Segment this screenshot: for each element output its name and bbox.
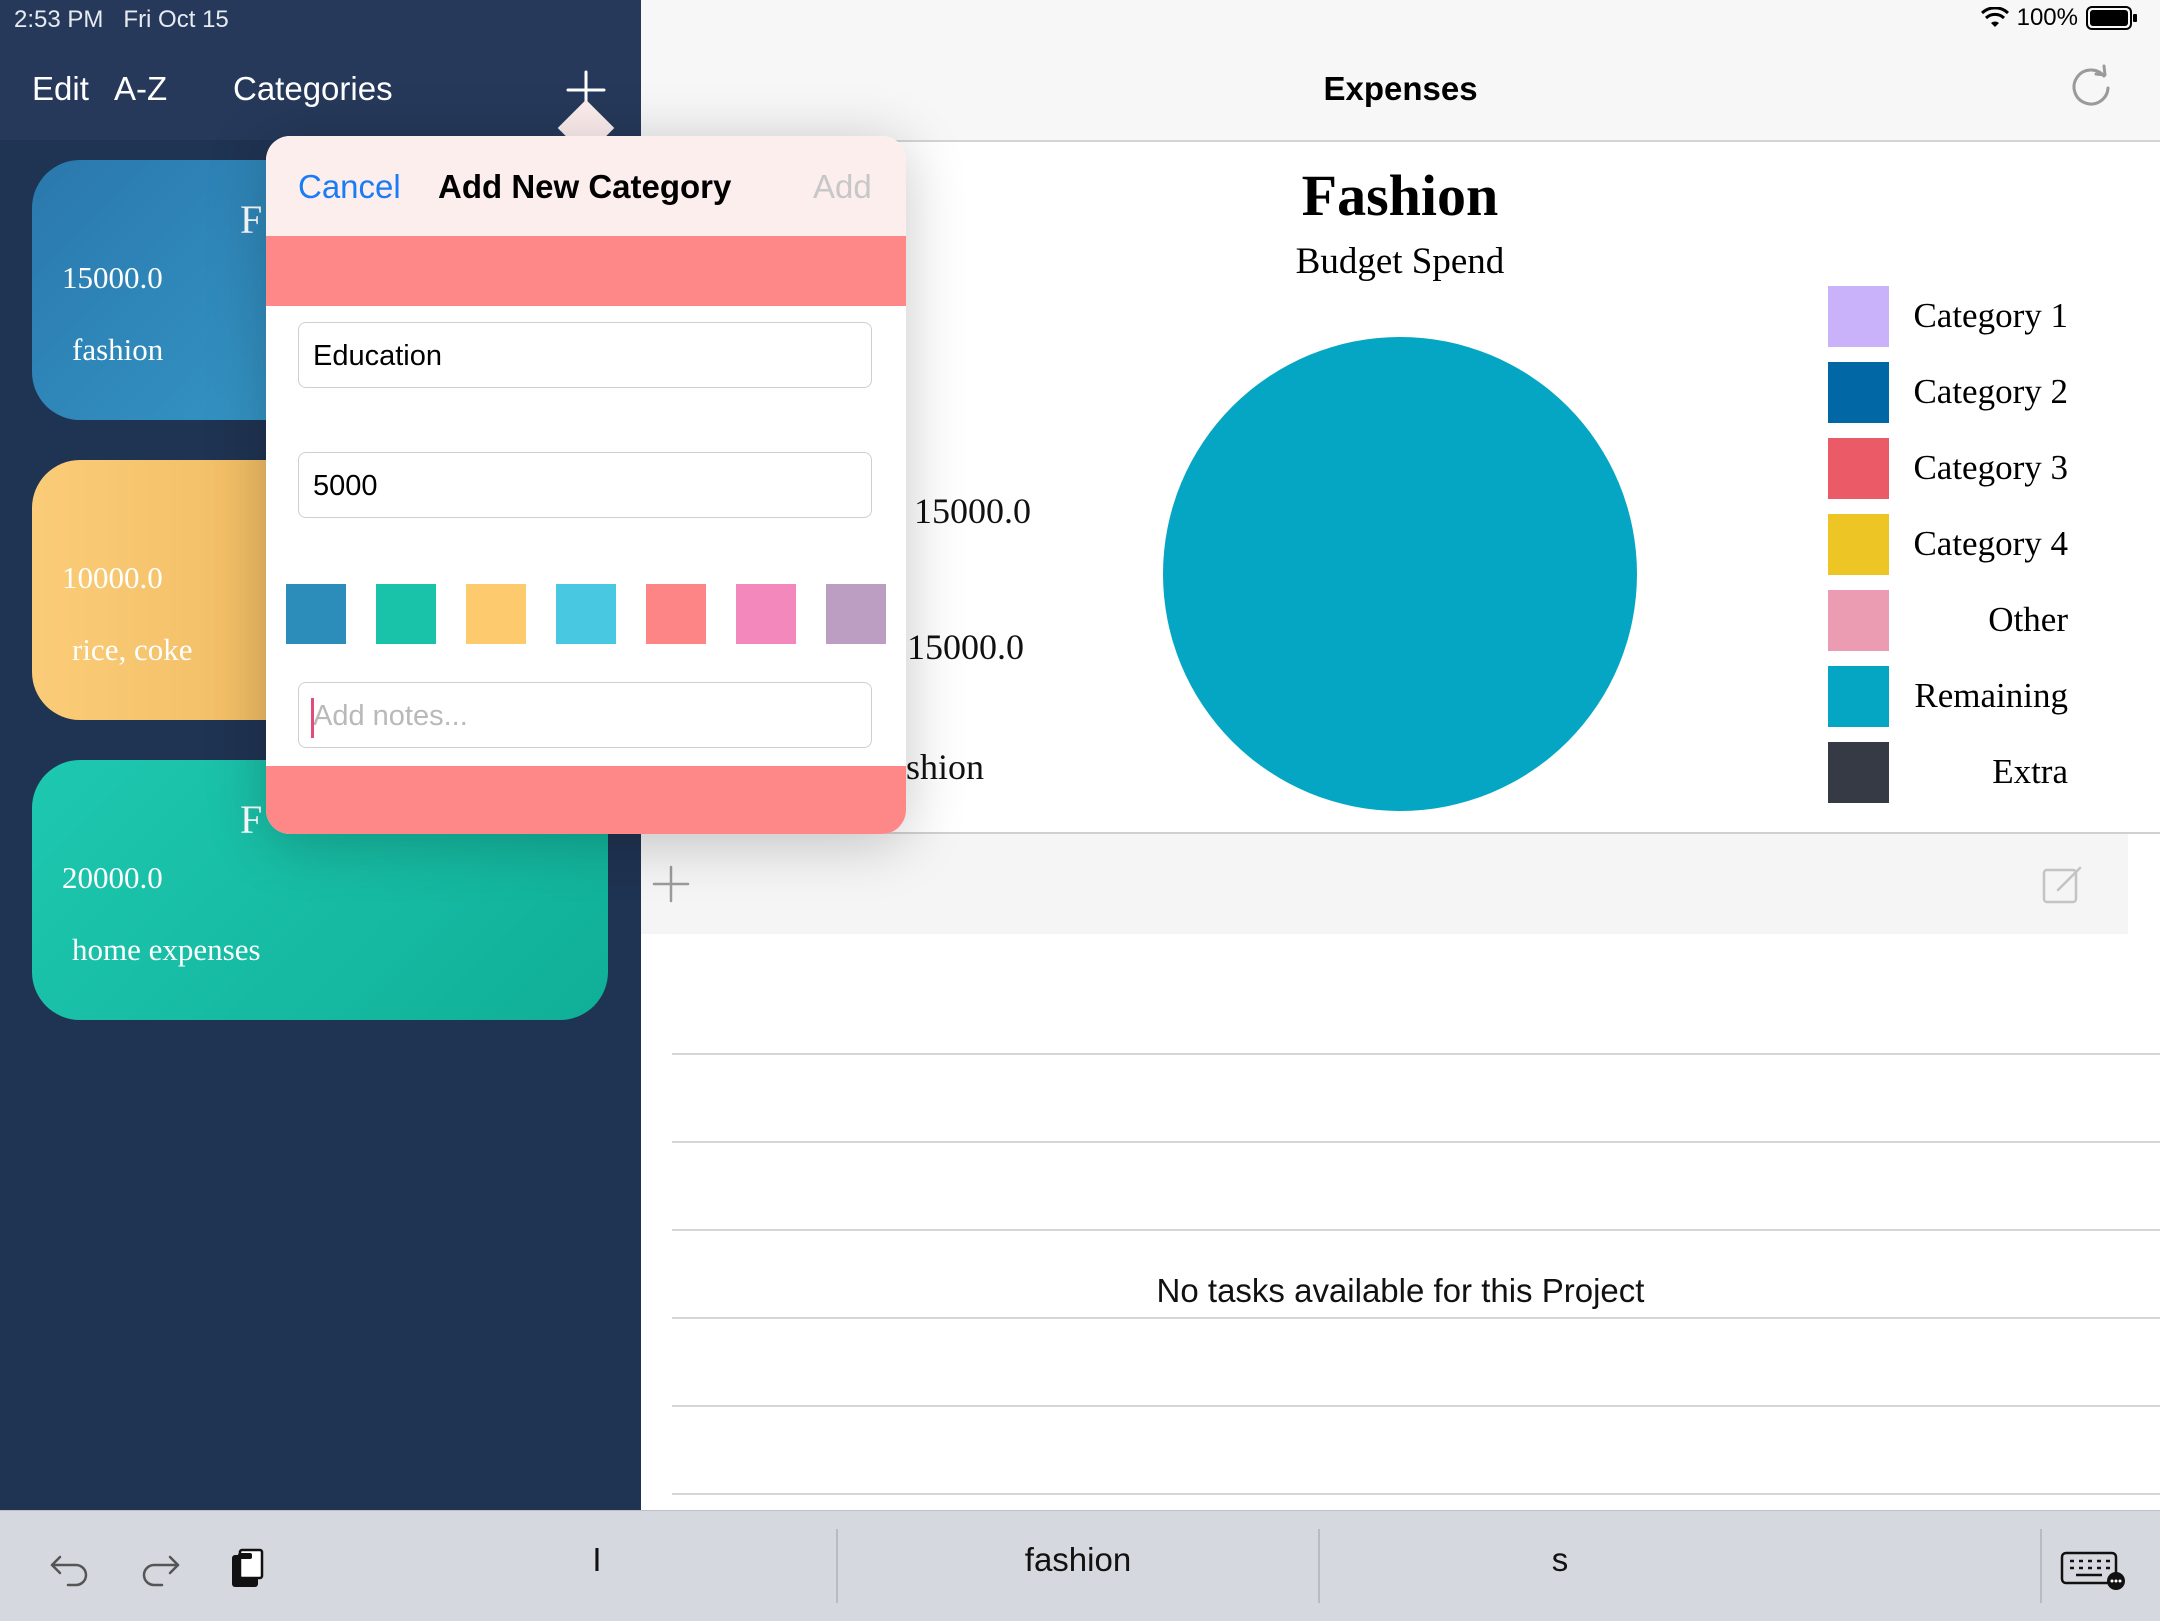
list-divider	[672, 1493, 2160, 1495]
legend-label: Category 2	[1913, 372, 2068, 411]
legend-swatch	[1828, 742, 1889, 803]
page-title: Expenses	[1323, 70, 1478, 107]
suggestion-2[interactable]: fashion	[838, 1541, 1318, 1579]
card-amount: 20000.0	[62, 860, 163, 895]
legend-swatch	[1828, 590, 1889, 651]
notes-field[interactable]: Add notes...	[298, 682, 872, 748]
undo-icon[interactable]	[48, 1547, 92, 1591]
card-notes: fashion	[72, 332, 164, 367]
text-cursor	[311, 698, 314, 738]
list-divider	[672, 1317, 2160, 1319]
paste-icon[interactable]	[226, 1547, 270, 1591]
card-notes: home expenses	[72, 932, 261, 967]
legend-label: Extra	[1992, 752, 2068, 791]
popover-title: Add New Category	[438, 168, 732, 205]
budget-amount-field[interactable]: 5000	[298, 452, 872, 518]
legend-item: Category 2	[1828, 362, 2068, 424]
legend-label: Category 1	[1913, 296, 2068, 335]
redo-icon[interactable]	[138, 1547, 182, 1591]
suggestion-divider	[2040, 1529, 2042, 1603]
status-date-text: Fri Oct 15	[123, 6, 229, 33]
color-swatch[interactable]	[736, 584, 796, 644]
task-toolbar	[641, 834, 2128, 934]
sidebar-title: Categories	[233, 70, 393, 107]
color-swatch[interactable]	[376, 584, 436, 644]
keyboard-dismiss-icon[interactable]	[2060, 1547, 2126, 1591]
legend-label: Remaining	[1914, 676, 2068, 715]
battery-icon	[2086, 6, 2137, 30]
status-indicators: 100%	[1980, 4, 2138, 32]
legend-item: Other	[1828, 590, 2068, 652]
legend-item: Category 3	[1828, 438, 2068, 500]
chart-subtitle: Budget Spend	[1295, 241, 1505, 282]
status-time: 2:53 PM Fri Oct 15	[14, 6, 229, 34]
compose-icon[interactable]	[2040, 862, 2086, 908]
wifi-icon	[1980, 7, 2009, 27]
suggestion-3[interactable]: s	[1320, 1541, 1800, 1579]
legend-swatch	[1828, 438, 1889, 499]
status-time-text: 2:53 PM	[14, 6, 104, 33]
add-button[interactable]: Add	[813, 168, 872, 206]
add-task-icon[interactable]	[651, 864, 691, 904]
suggestion-1[interactable]: I	[357, 1541, 837, 1579]
popover-header: Cancel Add New Category Add	[266, 136, 906, 236]
add-category-popover: Cancel Add New Category Add Education 50…	[266, 136, 906, 834]
legend-label: Category 3	[1913, 448, 2068, 487]
category-name-field[interactable]: Education	[298, 322, 872, 388]
legend-swatch	[1828, 362, 1889, 423]
pie-chart	[1163, 337, 1637, 811]
empty-state-message: No tasks available for this Project	[1156, 1272, 1645, 1309]
sort-az-button[interactable]: A-Z	[114, 70, 167, 108]
legend-item: Category 4	[1828, 514, 2068, 576]
battery-percent: 100%	[2016, 4, 2078, 31]
legend-item: Remaining	[1828, 666, 2068, 728]
pie-data-label: 15000.0	[907, 627, 1024, 667]
list-divider	[672, 1229, 2160, 1231]
status-bar: 2:53 PM Fri Oct 15 100%	[0, 0, 2160, 40]
popover-color-band	[266, 766, 906, 834]
pie-slice-remaining	[1163, 337, 1637, 811]
color-swatch[interactable]	[556, 584, 616, 644]
legend-label: Category 4	[1913, 524, 2068, 563]
popover-color-band	[266, 236, 906, 306]
pie-data-label: 15000.0	[914, 491, 1031, 531]
chart-title: Fashion	[1301, 163, 1499, 228]
pie-data-label: shion	[906, 747, 985, 787]
color-swatch[interactable]	[646, 584, 706, 644]
color-swatch[interactable]	[286, 584, 346, 644]
refresh-icon[interactable]	[2066, 62, 2116, 112]
legend-item: Category 1	[1828, 286, 2068, 348]
card-notes: rice, coke	[72, 632, 193, 667]
color-swatch[interactable]	[826, 584, 886, 644]
list-divider	[672, 1141, 2160, 1143]
card-title: F	[240, 197, 263, 242]
edit-button[interactable]: Edit	[32, 70, 89, 108]
legend-label: Other	[1988, 600, 2068, 639]
legend-swatch	[1828, 514, 1889, 575]
legend-item: Extra	[1828, 742, 2068, 804]
card-amount: 10000.0	[62, 560, 163, 595]
legend-swatch	[1828, 666, 1889, 727]
list-divider	[672, 1405, 2160, 1407]
card-amount: 15000.0	[62, 260, 163, 295]
keyboard-shortcut-bar: I fashion s	[0, 1510, 2160, 1621]
cancel-button[interactable]: Cancel	[298, 168, 401, 206]
legend-swatch	[1828, 286, 1889, 347]
color-swatch[interactable]	[466, 584, 526, 644]
card-title: F	[240, 797, 263, 842]
list-divider	[672, 1053, 2160, 1055]
